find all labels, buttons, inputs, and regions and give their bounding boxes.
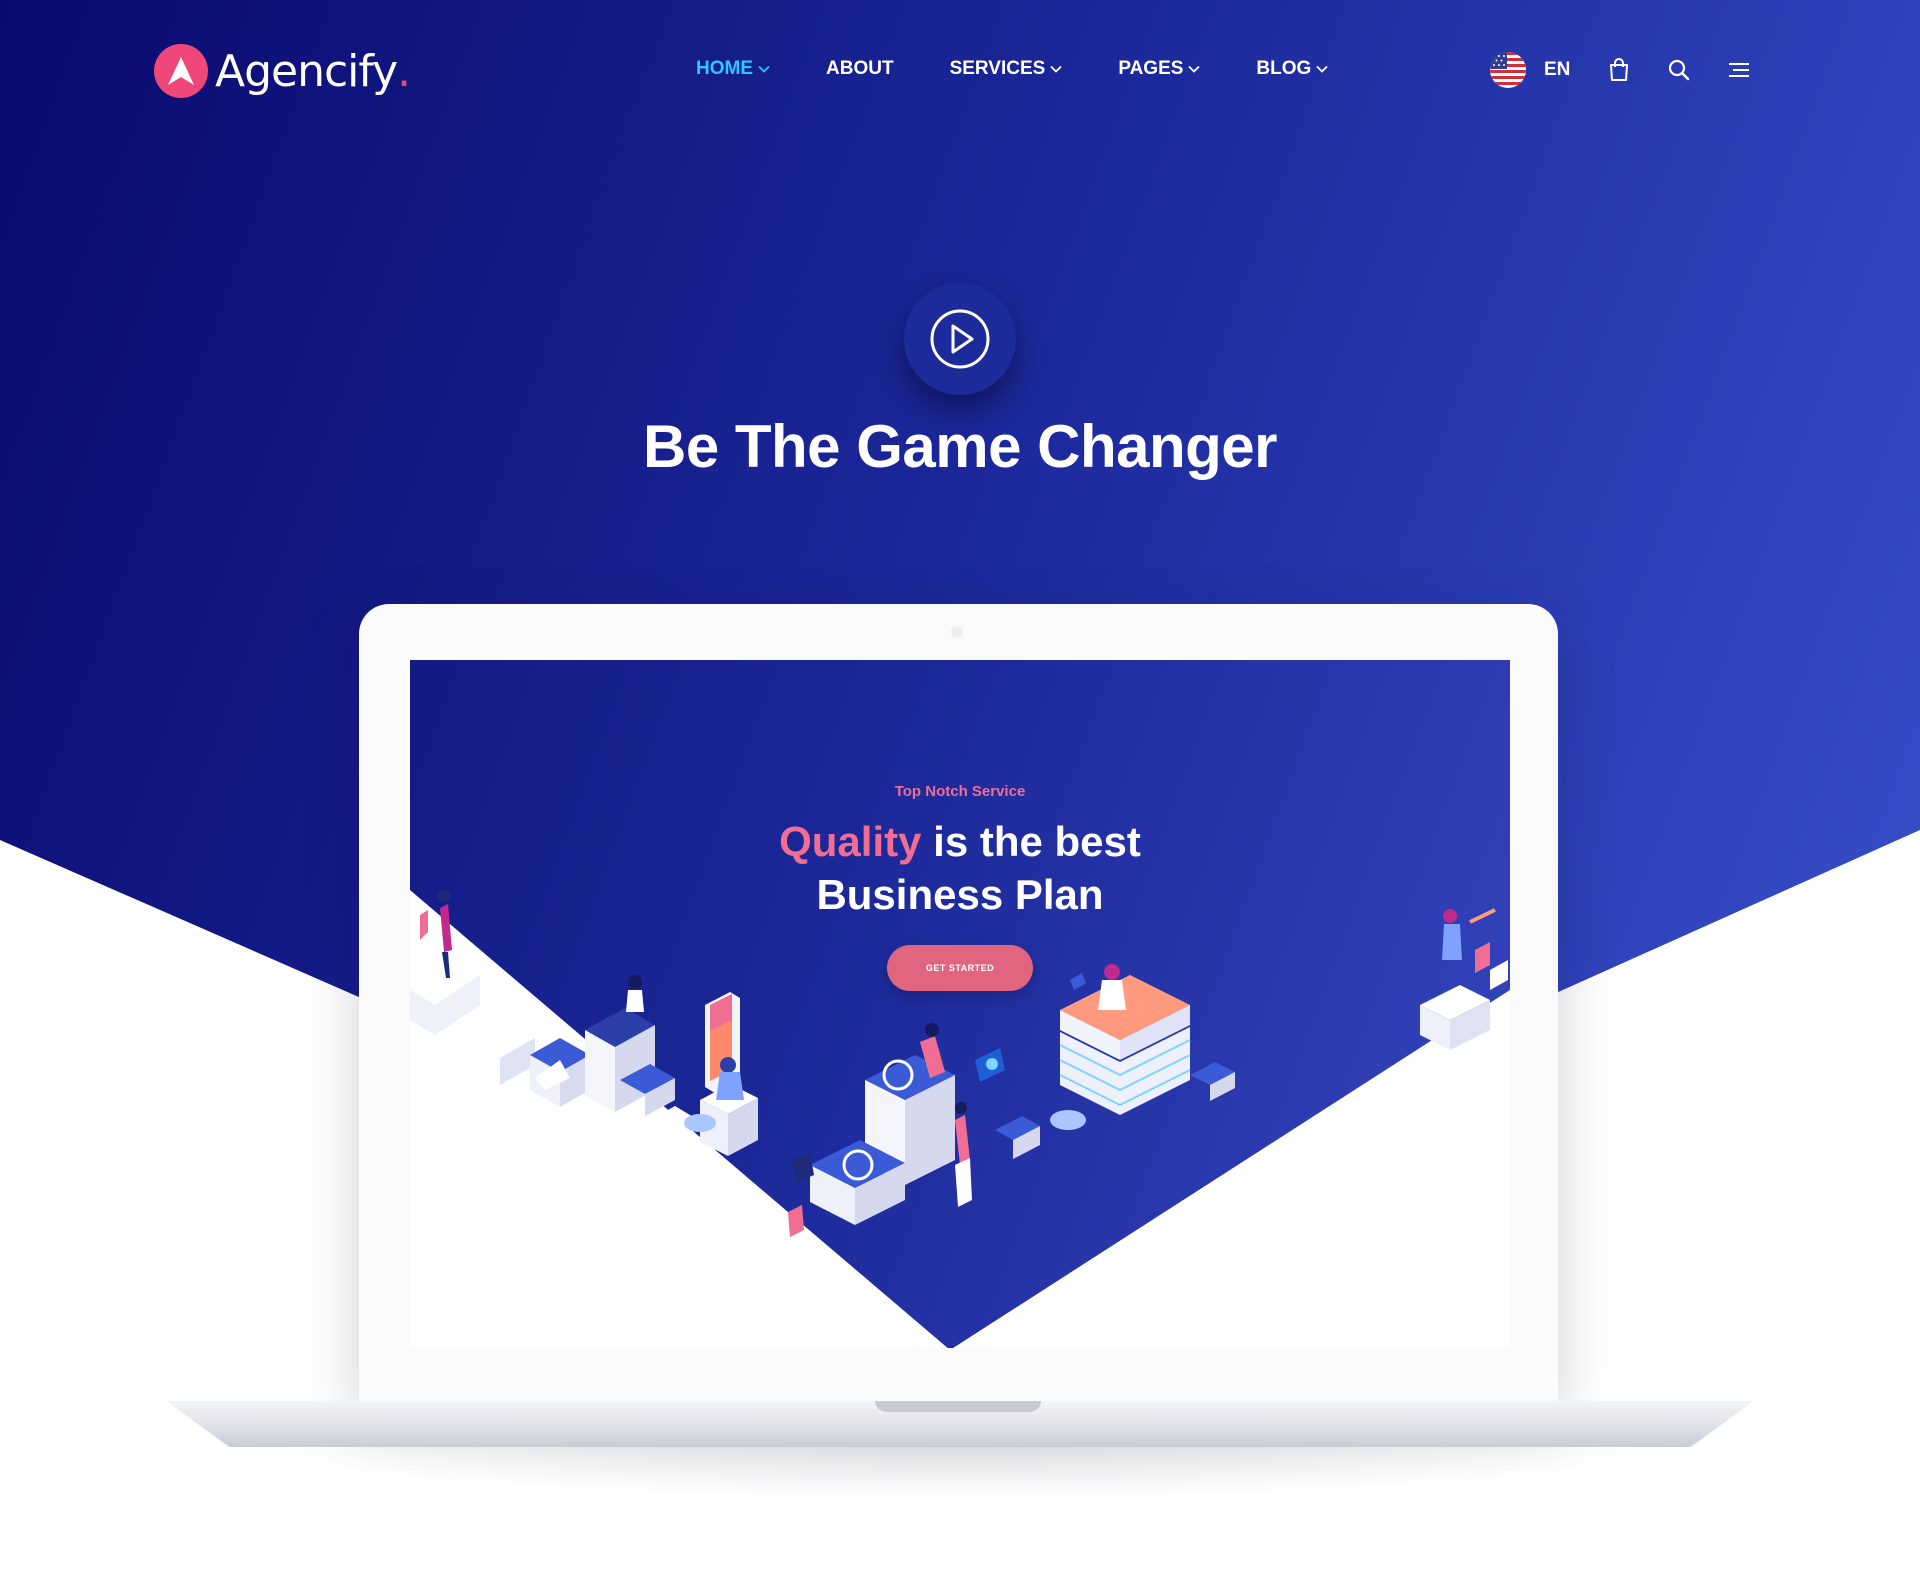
logo-dot: .: [397, 45, 412, 97]
play-icon: [930, 309, 990, 369]
play-video-button[interactable]: [904, 283, 1016, 395]
get-started-button[interactable]: GET STARTED: [887, 945, 1033, 991]
nav-label-services: SERVICES: [949, 58, 1046, 79]
screen-eyebrow: Top Notch Service: [894, 783, 1026, 800]
chevron-down-icon: [1316, 65, 1328, 73]
laptop-notch: [875, 1401, 1041, 1412]
us-flag-icon[interactable]: [1490, 52, 1526, 88]
chevron-down-icon: [1188, 65, 1201, 73]
nav-label-blog: BLOG: [1256, 58, 1312, 79]
site-header: Agencify. HOME ABOUT SERVICES PAGES BLOG: [0, 0, 1920, 145]
main-nav: HOME ABOUT SERVICES PAGES BLOG: [696, 58, 1384, 80]
nav-item-about[interactable]: ABOUT: [826, 58, 894, 80]
isometric-illustration: [410, 890, 1508, 1237]
headline-line2: Business Plan: [816, 871, 1104, 918]
nav-label-about: ABOUT: [826, 58, 894, 79]
nav-item-home[interactable]: HOME: [696, 58, 770, 80]
headline-accent: Quality: [779, 818, 922, 865]
language-label[interactable]: EN: [1544, 59, 1570, 81]
header-actions: EN: [1490, 52, 1752, 88]
nav-item-pages[interactable]: PAGES: [1118, 58, 1201, 80]
logo-mark-icon: [154, 44, 208, 98]
nav-item-blog[interactable]: BLOG: [1256, 58, 1328, 80]
shopping-bag-icon[interactable]: [1606, 57, 1632, 83]
logo-text: Agencify: [215, 45, 398, 97]
hero-title: Be The Game Changer: [642, 413, 1278, 480]
chevron-down-icon: [1050, 65, 1062, 73]
headline-rest: is the best: [921, 818, 1141, 865]
screen-headline: Quality is the best Business Plan: [410, 815, 1510, 921]
chevron-down-icon: [758, 65, 770, 73]
search-icon[interactable]: [1666, 57, 1692, 83]
laptop-camera: [951, 626, 963, 638]
nav-label-home: HOME: [696, 58, 753, 79]
logo[interactable]: Agencify.: [154, 44, 411, 98]
nav-label-pages: PAGES: [1118, 58, 1184, 79]
nav-item-services[interactable]: SERVICES: [950, 58, 1063, 80]
menu-icon[interactable]: [1726, 57, 1752, 83]
laptop-screen: Top Notch Service Quality is the best Bu…: [410, 660, 1510, 1348]
